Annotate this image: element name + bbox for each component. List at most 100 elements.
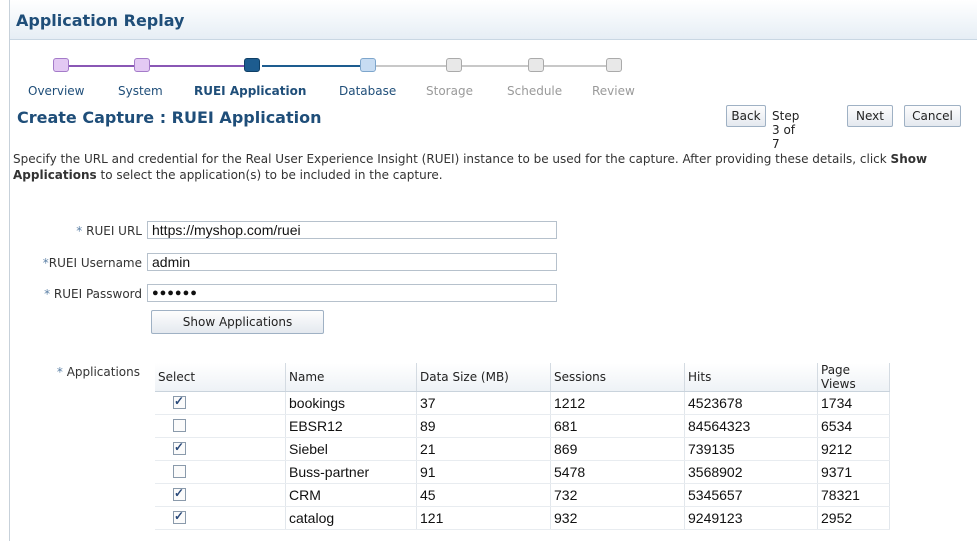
ruei-username-input[interactable] (147, 253, 557, 271)
page-views-cell: 6534 (817, 414, 890, 438)
name-cell: Siebel (285, 437, 417, 461)
ruei-url-input[interactable] (147, 221, 557, 239)
train-label-review: Review (592, 84, 635, 98)
train-line-current (262, 65, 366, 67)
applications-label-text: Applications (66, 365, 140, 379)
select-cell (155, 483, 286, 507)
select-checkbox[interactable] (173, 509, 186, 524)
name-cell: CRM (285, 483, 417, 507)
data-size-cell: 21 (416, 437, 551, 461)
table-header-row: Select Name Data Size (MB) Sessions Hits… (155, 363, 890, 392)
sessions-cell: 732 (550, 483, 685, 507)
column-header-name[interactable]: Name (285, 363, 417, 392)
train-label-system[interactable]: System (118, 84, 163, 98)
hits-cell: 9249123 (684, 506, 818, 530)
name-cell: Buss-partner (285, 460, 417, 484)
cancel-button[interactable]: Cancel (904, 105, 961, 127)
data-size-cell: 121 (416, 506, 551, 530)
select-checkbox[interactable] (173, 419, 186, 432)
train-stop-overview[interactable] (53, 58, 69, 72)
table-row[interactable]: CRM45732534565778321 (155, 483, 890, 507)
train-stop-review (606, 58, 622, 72)
select-cell (155, 506, 286, 530)
name-cell: catalog (285, 506, 417, 530)
train-label-storage: Storage (426, 84, 473, 98)
column-header-select[interactable]: Select (155, 363, 286, 392)
table-row[interactable]: Siebel218697391359212 (155, 437, 890, 461)
back-button[interactable]: Back (726, 105, 766, 127)
data-size-cell: 45 (416, 483, 551, 507)
select-cell (155, 391, 286, 415)
table-row[interactable]: EBSR12 89 681 84564323 6534 (155, 414, 890, 438)
train-stop-schedule (528, 58, 544, 72)
main-frame: Application Replay Overview System RUEI … (9, 0, 977, 541)
title-bar: Application Replay (10, 0, 977, 40)
data-size-cell: 37 (416, 391, 551, 415)
page-views-cell: 9371 (817, 460, 890, 484)
select-checkbox[interactable] (173, 486, 186, 501)
name-cell: bookings (285, 391, 417, 415)
select-checkbox[interactable] (173, 394, 186, 409)
ruei-password-label: * RUEI Password (18, 287, 142, 301)
train-label-database[interactable]: Database (339, 84, 396, 98)
table-row[interactable]: Buss-partner 91 5478 3568902 9371 (155, 460, 890, 484)
train-stop-system[interactable] (134, 58, 150, 72)
data-size-cell: 91 (416, 460, 551, 484)
page-views-cell: 9212 (817, 437, 890, 461)
show-applications-button[interactable]: Show Applications (151, 310, 324, 334)
ruei-username-label-text: RUEI Username (48, 256, 142, 270)
select-checkbox[interactable] (173, 465, 186, 478)
hits-cell: 5345657 (684, 483, 818, 507)
train-navigation: Overview System RUEI Application Databas… (10, 56, 650, 104)
train-stop-database[interactable] (360, 58, 376, 72)
sessions-cell: 1212 (550, 391, 685, 415)
ruei-url-label: * RUEI URL (40, 224, 142, 238)
select-checkbox[interactable] (173, 440, 186, 455)
train-line-disabled (376, 65, 616, 67)
applications-table-body: bookings37121245236781734EBSR12896818456… (155, 391, 890, 530)
hits-cell: 739135 (684, 437, 818, 461)
required-marker: * (44, 287, 51, 301)
train-line-visited (60, 65, 250, 67)
train-stop-storage (446, 58, 462, 72)
sessions-cell: 932 (550, 506, 685, 530)
column-header-page-views[interactable]: Page Views (817, 363, 890, 392)
applications-table: Select Name Data Size (MB) Sessions Hits… (155, 363, 890, 530)
select-cell (155, 437, 286, 461)
select-cell (155, 460, 286, 484)
page-title: Create Capture : RUEI Application (17, 108, 322, 127)
hits-cell: 3568902 (684, 460, 818, 484)
name-cell: EBSR12 (285, 414, 417, 438)
page-views-cell: 2952 (817, 506, 890, 530)
required-marker: * (76, 224, 83, 238)
ruei-username-label: *RUEI Username (18, 256, 142, 270)
train-stop-ruei-application (244, 58, 260, 72)
ruei-password-label-text: RUEI Password (53, 287, 142, 301)
hits-cell: 4523678 (684, 391, 818, 415)
sessions-cell: 869 (550, 437, 685, 461)
train-label-schedule: Schedule (507, 84, 563, 98)
train-label-ruei-application: RUEI Application (194, 84, 307, 98)
next-button[interactable]: Next (847, 105, 893, 127)
instructions: Specify the URL and credential for the R… (13, 151, 963, 183)
table-row[interactable]: catalog12193292491232952 (155, 506, 890, 530)
ruei-url-label-text: RUEI URL (86, 224, 142, 238)
page-views-cell: 1734 (817, 391, 890, 415)
step-indicator: Step 3 of 7 (772, 109, 800, 151)
column-header-sessions[interactable]: Sessions (550, 363, 685, 392)
required-marker: * (56, 365, 63, 379)
train-label-overview[interactable]: Overview (28, 84, 85, 98)
column-header-hits[interactable]: Hits (684, 363, 818, 392)
instructions-text-before: Specify the URL and credential for the R… (13, 152, 891, 166)
ruei-password-input[interactable] (147, 284, 557, 302)
page-views-cell: 78321 (817, 483, 890, 507)
instructions-text-after: to select the application(s) to be inclu… (96, 168, 443, 182)
sessions-cell: 681 (550, 414, 685, 438)
app-title: Application Replay (16, 11, 185, 30)
select-cell (155, 414, 286, 438)
hits-cell: 84564323 (684, 414, 818, 438)
data-size-cell: 89 (416, 414, 551, 438)
column-header-data-size[interactable]: Data Size (MB) (416, 363, 551, 392)
table-row[interactable]: bookings37121245236781734 (155, 391, 890, 415)
applications-label: * Applications (18, 365, 140, 379)
